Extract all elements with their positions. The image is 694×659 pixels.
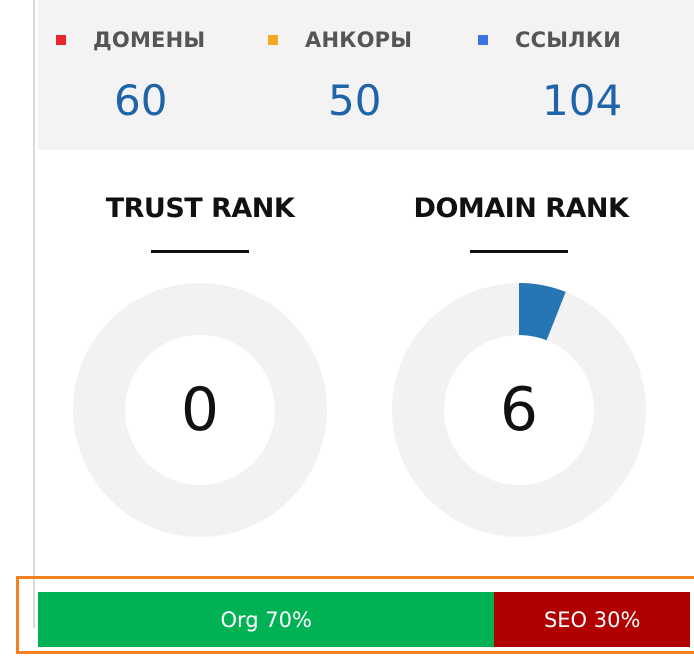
links-label: ССЫЛКИ xyxy=(515,28,621,52)
domain-rank-value: 6 xyxy=(499,375,539,445)
domains-legend-square xyxy=(56,35,66,45)
traffic-bar: Org 70% SEO 30% xyxy=(38,592,690,647)
domains-label: ДОМЕНЫ xyxy=(93,28,206,52)
anchors-label: АНКОРЫ xyxy=(305,28,413,52)
anchors-value: 50 xyxy=(328,76,382,125)
links-legend-square xyxy=(478,35,488,45)
left-divider xyxy=(33,0,35,628)
trust-rank-title: TRUST RANK xyxy=(105,193,295,224)
seo-segment: SEO 30% xyxy=(494,592,690,647)
links-value: 104 xyxy=(542,76,623,125)
domain-rank-title: DOMAIN RANK xyxy=(413,193,629,224)
trust-rank-underline xyxy=(151,250,249,253)
trust-rank-value: 0 xyxy=(180,375,220,445)
domains-value: 60 xyxy=(114,76,168,125)
stats-panel: ДОМЕНЫ 60 АНКОРЫ 50 ССЫЛКИ 104 xyxy=(38,0,694,150)
domain-rank-fill xyxy=(518,283,566,341)
anchors-legend-square xyxy=(268,35,278,45)
org-segment: Org 70% xyxy=(38,592,495,647)
domain-rank-underline xyxy=(470,250,568,253)
